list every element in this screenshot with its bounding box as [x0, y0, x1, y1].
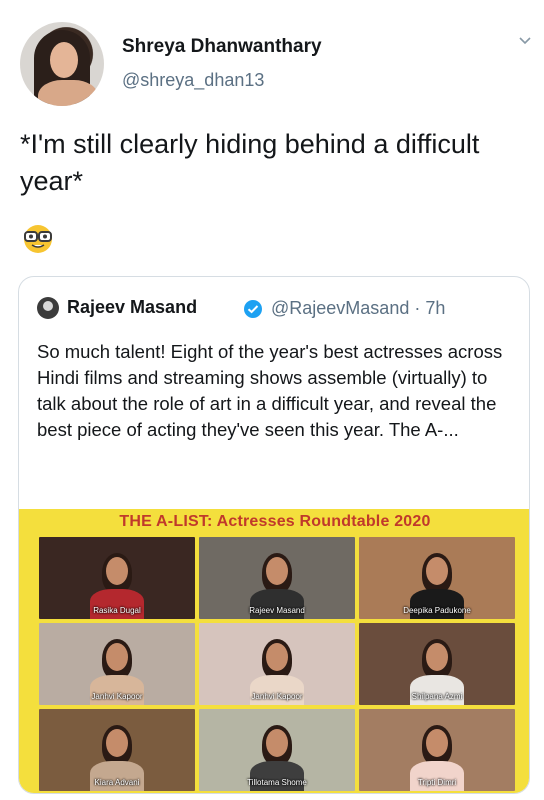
participant-tile: Kiara Advani: [39, 709, 195, 791]
participant-name: Tillotama Shome: [247, 778, 307, 787]
participant-tile: Tripti Dimri: [359, 709, 515, 791]
verified-badge-icon: [243, 299, 263, 319]
tweet-card[interactable]: Shreya Dhanwanthary @shreya_dhan13 *I'm …: [0, 0, 544, 800]
nerd-face-emoji-icon: [20, 222, 56, 254]
participant-name: Kiara Advani: [94, 778, 140, 787]
participant-name: Rasika Dugal: [93, 606, 141, 615]
author-avatar[interactable]: [20, 22, 104, 106]
media-title: THE A-LIST: Actresses Roundtable 2020: [119, 513, 431, 530]
participant-tile: Shilpana Azmi: [359, 623, 515, 705]
quoted-author-avatar[interactable]: [37, 297, 59, 319]
participant-tile: Rajeev Masand: [199, 537, 355, 619]
participant-name: Rajeev Masand: [249, 606, 305, 615]
quoted-handle-text[interactable]: @RajeevMasand: [271, 298, 409, 318]
chevron-down-icon[interactable]: [518, 34, 532, 48]
video-call-grid: Rasika Dugal Rajeev Masand Deepika Padukon…: [39, 537, 515, 791]
author-handle[interactable]: @shreya_dhan13: [122, 70, 264, 91]
participant-tile: Tillotama Shome: [199, 709, 355, 791]
quoted-tweet-text: So much talent! Eight of the year's best…: [37, 341, 503, 440]
quoted-time[interactable]: · 7h: [414, 298, 445, 318]
participant-tile: Deepika Padukone: [359, 537, 515, 619]
quoted-author-handle[interactable]: @RajeevMasand · 7h: [271, 298, 445, 319]
quoted-author-name[interactable]: Rajeev Masand: [67, 297, 197, 318]
author-name[interactable]: Shreya Dhanwanthary: [122, 36, 322, 58]
participant-tile: Janhvi Kapoor: [199, 623, 355, 705]
participant-name: Tripti Dimri: [417, 778, 457, 787]
participant-name: Deepika Padukone: [403, 606, 471, 615]
participant-tile: Rasika Dugal: [39, 537, 195, 619]
participant-name: Shilpana Azmi: [411, 692, 463, 701]
participant-name: Janhvi Kapoor: [251, 692, 303, 701]
participant-tile: Janhvi Kapoor: [39, 623, 195, 705]
media-image[interactable]: THE A-LIST: Actresses Roundtable 2020 Ra…: [19, 509, 529, 793]
tweet-text: *I'm still clearly hiding behind a diffi…: [20, 129, 480, 196]
participant-name: Janhvi Kapoor: [91, 692, 143, 701]
quoted-tweet[interactable]: Rajeev Masand @RajeevMasand · 7h So much…: [18, 276, 530, 794]
